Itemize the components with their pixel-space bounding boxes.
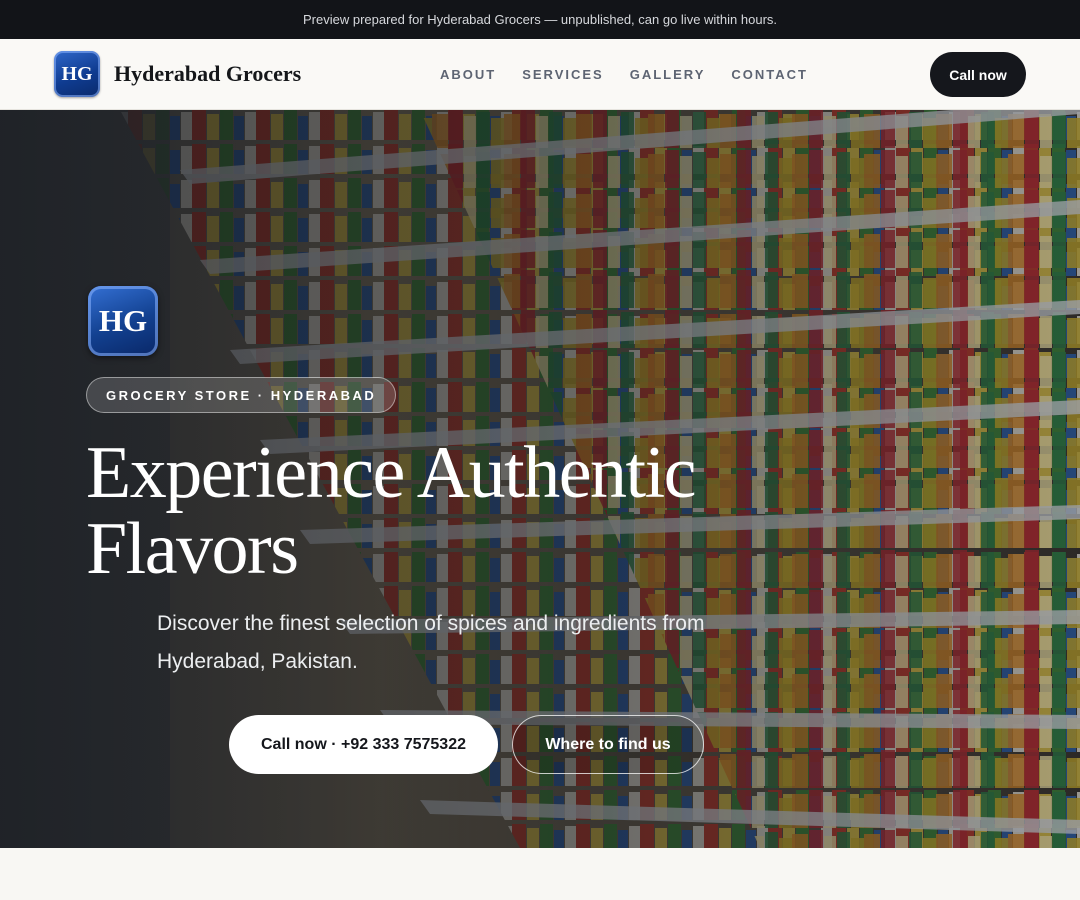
category-badge: GROCERY STORE · HYDERABAD [86,377,397,413]
main-nav: ABOUT SERVICES GALLERY CONTACT [440,39,834,109]
header-call-button[interactable]: Call now [930,52,1026,97]
hero-headline-line1: Experience Authentic [86,432,697,514]
brand-name: Hyderabad Grocers [114,61,302,86]
announcement-text: Preview prepared for Hyderabad Grocers —… [302,12,778,27]
brand-logo-text: HG [61,62,93,85]
hero-headline-line2: Flavors [86,508,299,590]
nav-link-gallery[interactable]: GALLERY [630,67,706,82]
hero-logo-icon: HG [88,286,158,356]
brand-logo-icon: HG [54,51,100,97]
nav-link-services[interactable]: SERVICES [522,67,604,82]
hero-section: HG GROCERY STORE · HYDERABAD Experience … [0,110,1080,848]
brand-home-link[interactable]: HG Hyderabad Grocers [54,51,301,97]
hero-headline: Experience Authentic Flavors [86,435,806,587]
hero-subheading: Discover the finest selection of spices … [157,612,705,673]
call-now-button[interactable]: Call now · +92 333 7575322 [229,715,498,774]
nav-link-about[interactable]: ABOUT [440,67,496,82]
where-to-find-us-button[interactable]: Where to find us [512,715,704,774]
hero-logo-text: HG [98,303,148,338]
site-header: HG Hyderabad Grocers ABOUT SERVICES GALL… [0,39,1080,110]
announcement-bar: Preview prepared for Hyderabad Grocers —… [0,0,1080,39]
nav-link-contact[interactable]: CONTACT [731,67,808,82]
